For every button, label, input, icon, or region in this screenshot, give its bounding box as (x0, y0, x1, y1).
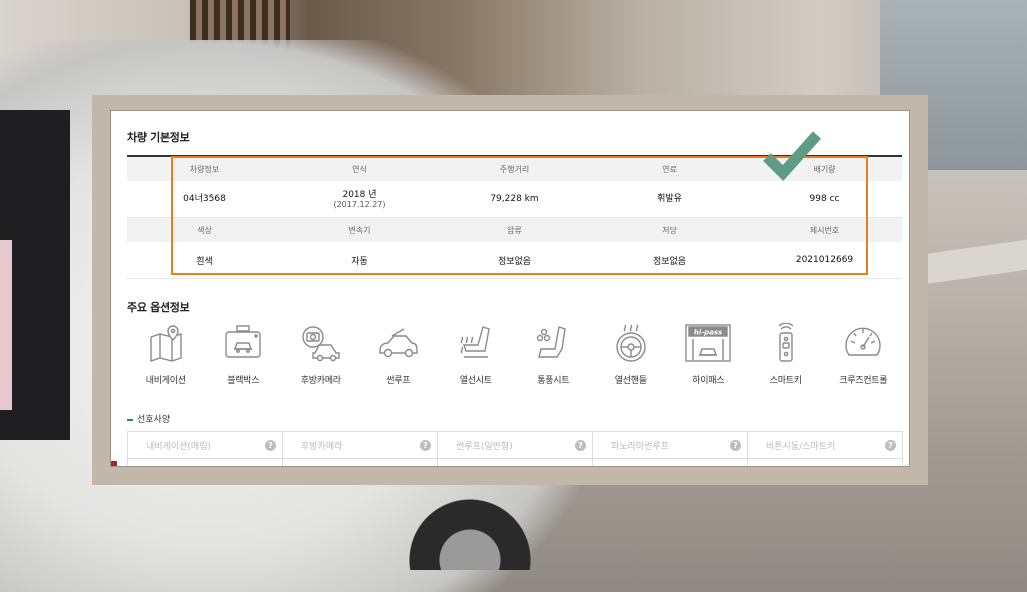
help-icon[interactable]: ? (265, 439, 276, 451)
hipass-text: hi-pass (694, 329, 722, 337)
red-marker (111, 461, 117, 466)
pref-cell-panorama-sunroof[interactable]: 파노라마썬루프? (593, 432, 748, 458)
pref-cell-empty (128, 459, 283, 466)
hipass-icon: hi-pass (685, 324, 731, 362)
pref-cell-navigation[interactable]: 내비게이션(매립)? (128, 432, 283, 458)
smart-key-icon (778, 323, 794, 362)
sunroof-icon (379, 328, 418, 358)
option-ventilated-seat[interactable]: 통풍시트 (515, 323, 593, 393)
pref-cell-empty (748, 459, 902, 466)
vehicle-info-panel: 차량 기본정보 차량정보 연식 주행거리 연료 배기량 04너3568 2018… (110, 110, 910, 467)
preferences-row-cut (128, 459, 902, 466)
options-list: 내비게이션 블랙박스 후방카메라 썬루프 열선시트 통풍시트 열선핸들 hi-p… (127, 323, 902, 393)
checkmark-icon (763, 131, 821, 182)
option-label: 후방카메라 (300, 376, 341, 386)
preferences-title: 선호사양 (127, 412, 170, 425)
rear-camera-icon (302, 326, 340, 362)
option-label: 썬루프 (386, 376, 411, 386)
option-label: 하이패스 (692, 376, 725, 386)
pref-cell-empty (593, 459, 748, 466)
option-label: 블랙박스 (227, 376, 260, 386)
option-cruise-control[interactable]: 크루즈컨트롤 (825, 323, 903, 393)
pref-cell-rear-camera[interactable]: 후방카메라? (283, 432, 438, 458)
option-label: 스마트키 (769, 376, 802, 386)
preferences-row: 내비게이션(매립)? 후방카메라? 썬루프(일반형)? 파노라마썬루프? 버튼시… (128, 432, 902, 459)
background-pink-object (0, 240, 12, 410)
option-heated-seat[interactable]: 열선시트 (437, 323, 515, 393)
option-label: 열선시트 (459, 376, 492, 386)
green-bar (127, 418, 133, 421)
navigation-icon (150, 325, 182, 362)
option-label: 열선핸들 (614, 376, 647, 386)
heated-seat-icon (460, 326, 490, 358)
ventilated-seat-icon (537, 326, 567, 358)
pref-cell-smart-key[interactable]: 버튼시동/스마트키? (748, 432, 902, 458)
option-navigation[interactable]: 내비게이션 (127, 323, 205, 393)
option-label: 크루즈컨트롤 (839, 376, 888, 386)
help-icon[interactable]: ? (575, 439, 586, 451)
preferences-table: 내비게이션(매립)? 후방카메라? 썬루프(일반형)? 파노라마썬루프? 버튼시… (127, 431, 903, 466)
option-smart-key[interactable]: 스마트키 (747, 323, 825, 393)
pref-cell-sunroof[interactable]: 썬루프(일반형)? (438, 432, 593, 458)
option-heated-steering[interactable]: 열선핸들 (592, 323, 670, 393)
option-label: 내비게이션 (145, 376, 186, 386)
help-icon[interactable]: ? (885, 439, 896, 451)
basic-info-title: 차량 기본정보 (127, 131, 190, 144)
option-label: 통풍시트 (537, 376, 570, 386)
pref-cell-empty (438, 459, 593, 466)
option-rear-camera[interactable]: 후방카메라 (282, 323, 360, 393)
option-sunroof[interactable]: 썬루프 (360, 323, 438, 393)
option-blackbox[interactable]: 블랙박스 (205, 323, 283, 393)
heated-steering-icon (616, 324, 646, 362)
pref-cell-empty (283, 459, 438, 466)
cruise-control-icon (845, 327, 881, 356)
options-title: 주요 옵션정보 (127, 301, 190, 314)
blackbox-icon (225, 325, 261, 358)
option-hipass[interactable]: hi-pass 하이패스 (670, 323, 748, 393)
help-icon[interactable]: ? (730, 439, 741, 451)
help-icon[interactable]: ? (420, 439, 431, 451)
